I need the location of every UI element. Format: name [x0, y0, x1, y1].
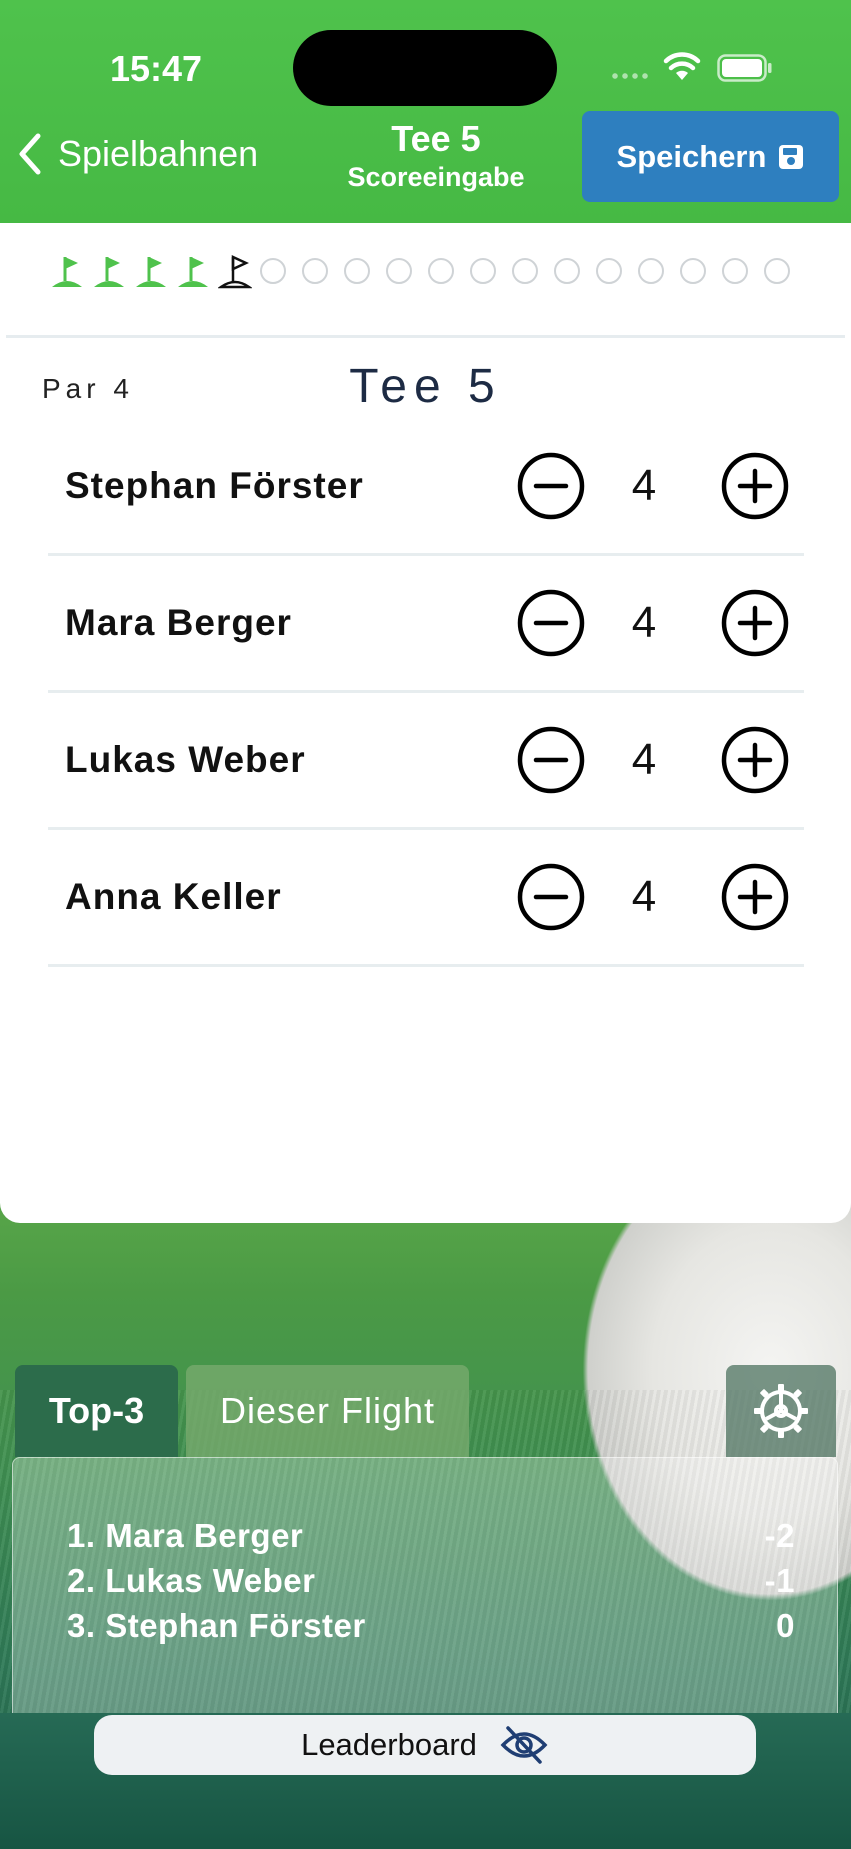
- hole-pending-dot: [260, 258, 286, 284]
- ranking-player: 2. Lukas Weber: [67, 1562, 316, 1599]
- score-value: 4: [631, 598, 657, 647]
- navigation-header: 15:47 Spielbahnen Tee 5 Scoreeingabe Spe…: [0, 0, 851, 223]
- eye-slash-icon: [500, 1726, 548, 1764]
- score-value: 4: [631, 461, 657, 510]
- minus-circle-icon[interactable]: [516, 862, 586, 932]
- player-name: Anna Keller: [65, 876, 282, 917]
- score-card: Par 4 Tee 5 Stephan Förster 4 Mara Berge…: [0, 223, 851, 1223]
- chevron-left-icon: [19, 133, 41, 175]
- hole-current-flag-icon: [218, 255, 252, 289]
- save-label: Speichern: [616, 138, 767, 174]
- leaderboard-settings-button[interactable]: [726, 1365, 836, 1457]
- floppy-disk-icon: [779, 144, 804, 169]
- hole-pending-dot: [554, 258, 580, 284]
- back-label: Spielbahnen: [58, 133, 259, 174]
- plus-circle-icon[interactable]: [720, 725, 790, 795]
- save-button[interactable]: Speichern: [582, 111, 839, 202]
- player-list: Stephan Förster 4 Mara Berger 4 Lukas We…: [48, 419, 804, 967]
- ranking-row: 1. Mara Berger -2: [67, 1513, 795, 1558]
- player-name: Lukas Weber: [65, 739, 306, 780]
- status-time: 15:47: [110, 48, 203, 89]
- hole-pending-dot: [302, 258, 328, 284]
- hole-completed-flag-icon: [52, 257, 82, 287]
- plus-circle-icon[interactable]: [720, 862, 790, 932]
- wifi-icon: [663, 52, 701, 80]
- minus-circle-icon[interactable]: [516, 451, 586, 521]
- hole-pending-dot: [512, 258, 538, 284]
- ranking-score: -1: [764, 1562, 795, 1599]
- page-title: Tee 5 Scoreeingabe: [318, 118, 554, 194]
- hole-pending-dot: [386, 258, 412, 284]
- hole-pending-dot: [722, 258, 748, 284]
- hole-completed-flag-icon: [136, 257, 166, 287]
- ranking-row: 3. Stephan Förster 0: [67, 1603, 795, 1648]
- tee-heading: Tee 5: [349, 360, 502, 413]
- gear-icon: [754, 1384, 808, 1438]
- cellular-signal-icon: [610, 72, 652, 80]
- dynamic-island: [293, 30, 557, 106]
- ranking-row: 2. Lukas Weber -1: [67, 1558, 795, 1603]
- leaderboard-toggle-button[interactable]: Leaderboard: [94, 1715, 756, 1775]
- tab-top-3[interactable]: Top-3: [15, 1365, 178, 1457]
- subtitle-text: Scoreeingabe: [347, 162, 525, 192]
- leaderboard-panel: 1. Mara Berger -2 2. Lukas Weber -1 3. S…: [12, 1457, 838, 1717]
- score-value: 4: [631, 872, 657, 921]
- minus-circle-icon[interactable]: [516, 725, 586, 795]
- back-button[interactable]: Spielbahnen: [16, 132, 258, 176]
- battery-icon: [717, 54, 772, 82]
- ranking-score: 0: [776, 1607, 795, 1644]
- player-name: Stephan Förster: [65, 465, 364, 506]
- ranking-score: -2: [764, 1517, 795, 1554]
- hole-pending-dot: [428, 258, 454, 284]
- score-value: 4: [631, 735, 657, 784]
- plus-circle-icon[interactable]: [720, 588, 790, 658]
- hole-pending-dot: [344, 258, 370, 284]
- player-row: Stephan Förster 4: [48, 419, 804, 556]
- player-row: Mara Berger 4: [48, 556, 804, 693]
- hole-pending-dot: [470, 258, 496, 284]
- hole-completed-flag-icon: [94, 257, 124, 287]
- ranking-player: 1. Mara Berger: [67, 1517, 304, 1554]
- hole-completed-flag-icon: [178, 257, 208, 287]
- ranking-list: 1. Mara Berger -2 2. Lukas Weber -1 3. S…: [67, 1513, 795, 1648]
- plus-circle-icon[interactable]: [720, 451, 790, 521]
- title-text: Tee 5: [391, 118, 481, 159]
- tab-dieser-flight[interactable]: Dieser Flight: [186, 1365, 469, 1457]
- hole-pending-dot: [680, 258, 706, 284]
- player-name: Mara Berger: [65, 602, 292, 643]
- ranking-player: 3. Stephan Förster: [67, 1607, 366, 1644]
- divider: [6, 335, 845, 338]
- hole-progress: [50, 253, 806, 293]
- minus-circle-icon[interactable]: [516, 588, 586, 658]
- leaderboard-toggle-label: Leaderboard: [301, 1727, 477, 1762]
- hole-pending-dot: [764, 258, 790, 284]
- player-row: Anna Keller 4: [48, 830, 804, 967]
- player-row: Lukas Weber 4: [48, 693, 804, 830]
- hole-pending-dot: [596, 258, 622, 284]
- hole-pending-dot: [638, 258, 664, 284]
